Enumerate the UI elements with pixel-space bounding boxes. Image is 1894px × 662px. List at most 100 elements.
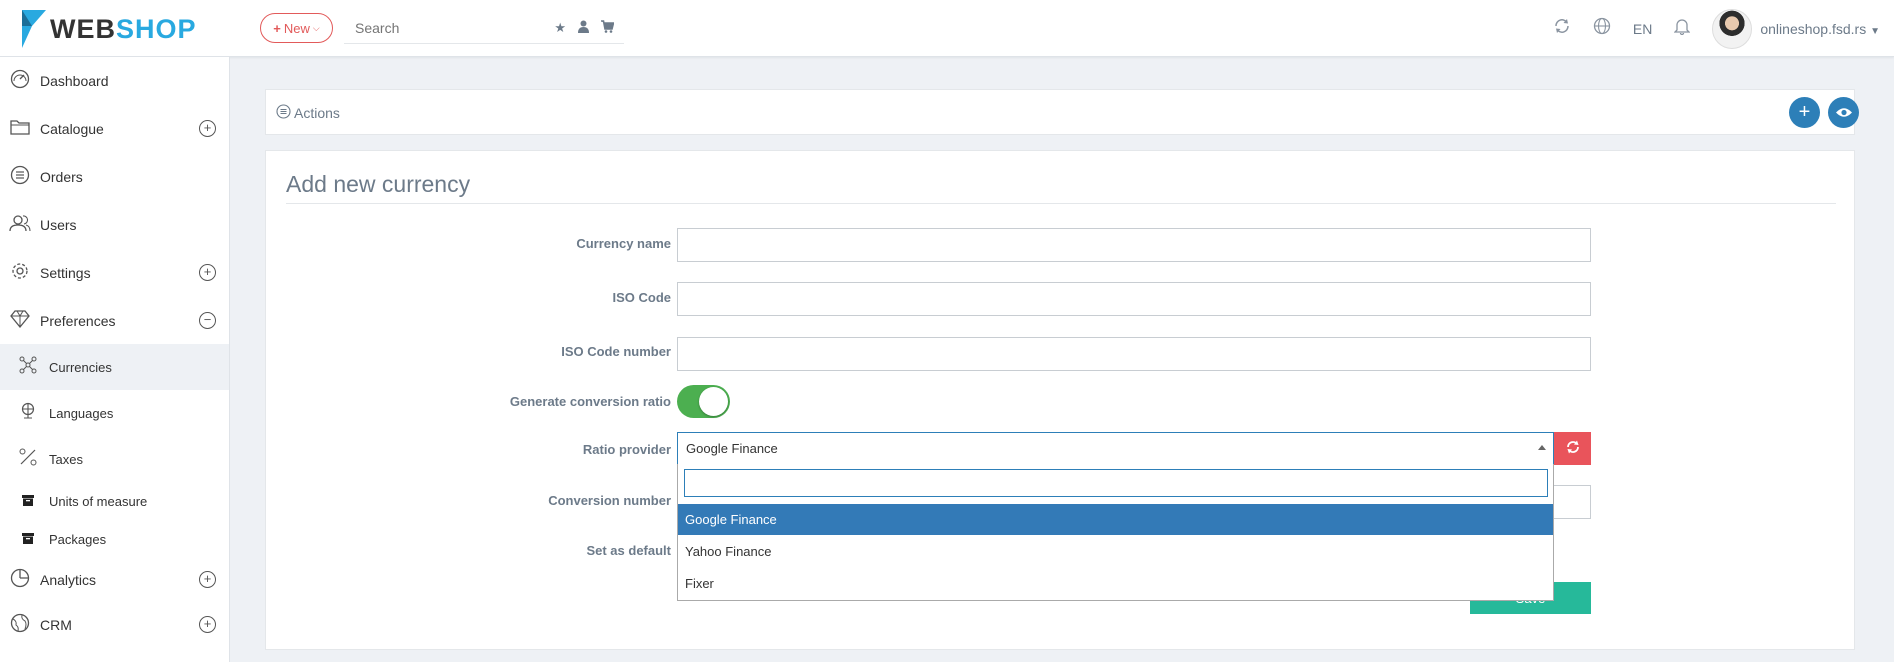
sidebar-item-units-of-measure[interactable]: Units of measure (0, 481, 229, 521)
sidebar-item-label: Catalogue (40, 121, 104, 137)
chevron-down-icon: ⌵ (312, 22, 320, 33)
sidebar-item-crm[interactable]: CRM + (0, 601, 229, 649)
box-icon (19, 531, 37, 548)
sidebar-item-label: Users (40, 217, 77, 233)
actions-bar: Actions + (265, 89, 1859, 135)
diamond-icon (9, 309, 31, 333)
logo[interactable]: WEBSHOP (22, 9, 197, 49)
sidebar-item-taxes[interactable]: Taxes (0, 439, 229, 479)
user-menu[interactable]: onlineshop.fsd.rs ▼ (1760, 21, 1880, 37)
currency-name-label: Currency name (576, 236, 671, 251)
sidebar-item-label: Languages (49, 405, 114, 421)
logo-shop-text: SHOP (116, 13, 197, 44)
actions-menu[interactable]: Actions (276, 104, 340, 122)
globe-icon[interactable] (1593, 17, 1611, 40)
header-right-area: EN onlineshop.fsd.rs ▼ (1553, 0, 1894, 57)
sidebar-item-dashboard[interactable]: Dashboard (0, 57, 229, 105)
toggle-knob (699, 387, 728, 416)
logo-icon (22, 10, 46, 48)
dropdown-option[interactable]: Yahoo Finance (678, 536, 1553, 567)
gear-icon (9, 261, 31, 286)
caret-down-icon: ▼ (1870, 25, 1880, 37)
plus-icon: + (273, 20, 281, 36)
sidebar-item-label: Units of measure (49, 493, 148, 509)
sidebar-item-languages[interactable]: Languages (0, 393, 229, 433)
list-circle-icon (276, 104, 291, 122)
sidebar-item-packages[interactable]: Packages (0, 519, 229, 559)
expand-icon[interactable]: + (199, 120, 216, 137)
iso-code-number-label: ISO Code number (561, 344, 671, 359)
add-button[interactable]: + (1789, 97, 1820, 128)
user-icon[interactable] (578, 20, 589, 36)
iso-code-label: ISO Code (612, 290, 671, 305)
ratio-provider-select[interactable]: Google Finance (677, 432, 1554, 465)
sidebar-item-settings[interactable]: Settings + (0, 249, 229, 297)
sidebar-item-label: Orders (40, 169, 83, 185)
new-button-label: New (283, 20, 310, 36)
globe-icon (9, 613, 31, 638)
dropdown-option[interactable]: Fixer (678, 568, 1553, 599)
expand-icon[interactable]: + (199, 616, 216, 633)
ratio-provider-dropdown: Google Finance Yahoo Finance Fixer (677, 464, 1554, 601)
star-icon[interactable]: ★ (554, 20, 566, 36)
user-name: onlineshop.fsd.rs (1760, 20, 1867, 37)
search-bar: ★ (344, 13, 624, 44)
caret-up-icon (1538, 445, 1546, 450)
language-selector[interactable]: EN (1633, 21, 1652, 37)
currency-name-input[interactable] (677, 228, 1591, 262)
generate-ratio-label: Generate conversion ratio (509, 394, 671, 409)
sync-icon[interactable] (1553, 17, 1571, 40)
dropdown-option[interactable]: Google Finance (678, 504, 1553, 535)
logo-web-text: WEB (50, 13, 116, 44)
orders-list-icon (9, 165, 31, 190)
sidebar-item-currencies[interactable]: Currencies (0, 344, 229, 390)
sidebar-item-label: Currencies (49, 359, 112, 375)
plus-icon: + (1798, 101, 1811, 123)
eye-icon (1835, 101, 1852, 124)
pie-chart-icon (9, 568, 31, 593)
new-button[interactable]: + New ⌵ (260, 13, 333, 43)
expand-icon[interactable]: + (199, 264, 216, 281)
sidebar-item-users[interactable]: Users (0, 201, 229, 249)
sidebar-item-label: Settings (40, 265, 91, 281)
title-divider (286, 203, 1836, 204)
bell-icon[interactable] (1673, 17, 1691, 40)
refresh-ratio-button[interactable] (1554, 432, 1591, 465)
set-default-label: Set as default (586, 543, 671, 558)
conversion-number-label: Conversion number (548, 493, 671, 508)
network-icon (19, 356, 37, 378)
preview-button[interactable] (1828, 97, 1859, 128)
sidebar-item-analytics[interactable]: Analytics + (0, 556, 229, 604)
iso-code-number-input[interactable] (677, 337, 1591, 371)
avatar[interactable] (1712, 8, 1753, 49)
sidebar-item-label: Packages (49, 531, 107, 547)
page-title: Add new currency (286, 171, 471, 197)
ratio-provider-label: Ratio provider (582, 442, 671, 457)
actions-label: Actions (294, 105, 340, 121)
logo-text: WEBSHOP (50, 14, 197, 45)
sidebar-item-label: Analytics (40, 572, 97, 588)
box-icon (19, 493, 37, 510)
percent-icon (19, 448, 37, 470)
generate-ratio-toggle[interactable] (677, 385, 730, 418)
language-globe-icon (19, 402, 37, 424)
users-icon (9, 214, 31, 237)
refresh-icon (1566, 440, 1580, 458)
iso-code-input[interactable] (677, 282, 1591, 316)
folder-icon (9, 119, 31, 140)
ratio-provider-value: Google Finance (686, 441, 778, 456)
expand-icon[interactable]: + (199, 571, 216, 588)
sidebar-item-catalogue[interactable]: Catalogue + (0, 105, 229, 153)
sidebar-item-label: Taxes (49, 451, 83, 467)
sidebar-item-label: Preferences (40, 313, 116, 329)
sidebar-item-label: CRM (40, 617, 72, 633)
dropdown-search-input[interactable] (684, 469, 1548, 497)
sidebar-item-orders[interactable]: Orders (0, 153, 229, 201)
sidebar: Dashboard Catalogue + Orders Users Setti… (0, 57, 230, 662)
sidebar-item-label: Dashboard (40, 73, 109, 89)
sidebar-item-preferences[interactable]: Preferences − (0, 297, 229, 345)
top-bar: WEBSHOP + New ⌵ ★ EN onlineshop.fsd. (0, 0, 1894, 57)
collapse-icon[interactable]: − (199, 312, 216, 329)
cart-icon[interactable] (601, 20, 615, 36)
search-input[interactable] (344, 20, 534, 36)
